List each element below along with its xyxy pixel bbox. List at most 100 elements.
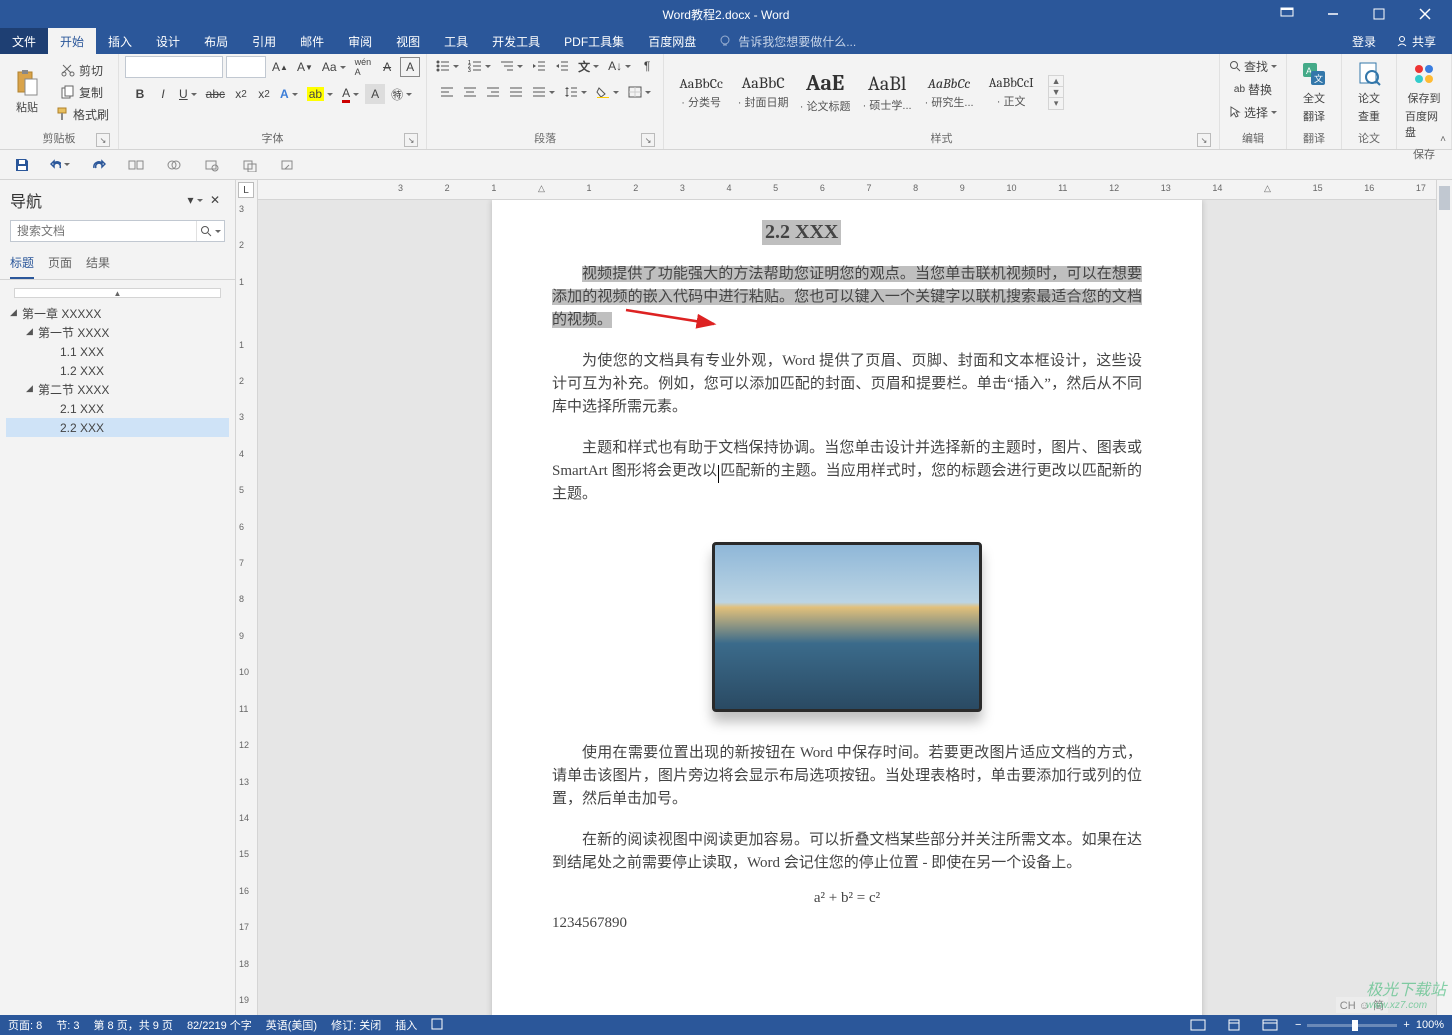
vertical-scrollbar[interactable] <box>1436 180 1452 1015</box>
font-color-button[interactable]: A <box>339 84 362 104</box>
status-section[interactable]: 节: 3 <box>56 1017 79 1033</box>
underline-button[interactable]: U <box>176 84 200 104</box>
styles-dialog-launcher[interactable]: ↘ <box>1197 133 1211 147</box>
minimize-button[interactable] <box>1310 0 1356 28</box>
style-item[interactable]: AaBbCc· 研究生... <box>918 58 980 126</box>
nav-collapse-bar[interactable]: ▲ <box>14 288 221 298</box>
view-web-button[interactable] <box>1259 1017 1281 1033</box>
baidu-save-button[interactable]: 保存到百度网盘 <box>1403 56 1445 144</box>
qat-undo-button[interactable] <box>50 155 70 175</box>
style-item[interactable]: AaBbCcI· 正文 <box>980 58 1042 126</box>
scrollbar-thumb[interactable] <box>1439 186 1450 210</box>
asian-layout-button[interactable]: 文 <box>575 56 602 76</box>
italic-button[interactable]: I <box>153 84 173 104</box>
clipboard-dialog-launcher[interactable]: ↘ <box>96 133 110 147</box>
tab-references[interactable]: 引用 <box>240 28 288 54</box>
status-mode[interactable]: 插入 <box>395 1017 417 1033</box>
show-marks-button[interactable]: ¶ <box>637 56 657 76</box>
nav-tab-headings[interactable]: 标题 <box>10 254 34 279</box>
horizontal-ruler[interactable]: 321△1234567891011121314△151617 <box>258 180 1436 200</box>
tab-view[interactable]: 视图 <box>384 28 432 54</box>
tab-home[interactable]: 开始 <box>48 28 96 54</box>
qat-btn-5[interactable] <box>164 155 184 175</box>
tab-design[interactable]: 设计 <box>144 28 192 54</box>
cut-button[interactable]: 剪切 <box>52 60 112 80</box>
qat-btn-6[interactable] <box>202 155 222 175</box>
tab-review[interactable]: 审阅 <box>336 28 384 54</box>
collapse-ribbon-icon[interactable]: ˄ <box>1440 134 1446 145</box>
shrink-font-button[interactable]: A▼ <box>294 57 316 77</box>
char-border-button[interactable]: A <box>400 57 420 77</box>
maximize-button[interactable] <box>1356 0 1402 28</box>
text-effects-button[interactable]: A <box>277 84 301 104</box>
nav-tree-item[interactable]: 2.1 XXX <box>6 399 229 418</box>
change-case-button[interactable]: Aa <box>319 57 349 77</box>
status-words[interactable]: 82/2219 个字 <box>187 1017 252 1033</box>
nav-tree-item[interactable]: ◢第一章 XXXXX <box>6 304 229 323</box>
nav-search-button[interactable] <box>196 221 224 241</box>
nav-tree-item[interactable]: 1.1 XXX <box>6 342 229 361</box>
select-button[interactable]: 选择 <box>1226 102 1280 122</box>
gallery-down[interactable]: ▼ <box>1049 87 1063 98</box>
find-button[interactable]: 查找 <box>1226 56 1280 76</box>
status-lang[interactable]: 英语(美国) <box>266 1017 317 1033</box>
align-left-button[interactable] <box>437 82 457 102</box>
numbering-button[interactable]: 123 <box>465 56 494 76</box>
superscript-button[interactable]: x2 <box>254 84 274 104</box>
align-right-button[interactable] <box>483 82 503 102</box>
qat-btn-4[interactable] <box>126 155 146 175</box>
style-item[interactable]: AaBbCc· 分类号 <box>670 58 732 126</box>
qat-save-button[interactable] <box>12 155 32 175</box>
paste-button[interactable]: 粘贴 <box>6 65 48 119</box>
close-button[interactable] <box>1402 0 1448 28</box>
increase-indent-button[interactable] <box>552 56 572 76</box>
nav-menu-button[interactable]: ▾ <box>185 190 205 210</box>
zoom-in-button[interactable]: + <box>1403 1019 1409 1031</box>
style-item[interactable]: AaBbC· 封面日期 <box>732 58 794 126</box>
nav-tree-item[interactable]: 2.2 XXX <box>6 418 229 437</box>
tab-tools[interactable]: 工具 <box>432 28 480 54</box>
multilevel-button[interactable] <box>497 56 526 76</box>
format-painter-button[interactable]: 格式刷 <box>52 104 112 124</box>
nav-search-input[interactable] <box>11 221 196 241</box>
tab-mailings[interactable]: 邮件 <box>288 28 336 54</box>
tab-developer[interactable]: 开发工具 <box>480 28 552 54</box>
strike-button[interactable]: abc <box>203 84 228 104</box>
tell-me[interactable]: 告诉我您想要做什么... <box>708 28 1336 54</box>
paragraph-dialog-launcher[interactable]: ↘ <box>641 133 655 147</box>
status-track[interactable]: 修订: 关闭 <box>331 1017 381 1033</box>
shading-button[interactable] <box>593 82 622 102</box>
qat-btn-8[interactable] <box>278 155 298 175</box>
check-button[interactable]: 论文查重 <box>1348 56 1390 128</box>
status-macro-icon[interactable] <box>431 1018 443 1033</box>
view-read-button[interactable] <box>1187 1017 1209 1033</box>
font-name-combo[interactable] <box>125 56 223 78</box>
document-page[interactable]: 2.2 XXX 视频提供了功能强大的方法帮助您证明您的观点。当您单击联机视频时，… <box>492 200 1202 1015</box>
replace-button[interactable]: ab替换 <box>1231 79 1275 99</box>
tab-file[interactable]: 文件 <box>0 28 48 54</box>
style-item[interactable]: AaBl· 硕士学... <box>856 58 918 126</box>
align-center-button[interactable] <box>460 82 480 102</box>
decrease-indent-button[interactable] <box>529 56 549 76</box>
line-spacing-button[interactable] <box>561 82 590 102</box>
nav-tab-results[interactable]: 结果 <box>86 254 110 279</box>
tab-insert[interactable]: 插入 <box>96 28 144 54</box>
enclose-char-button[interactable]: ㊕ <box>388 84 415 104</box>
status-page[interactable]: 页面: 8 <box>8 1017 42 1033</box>
subscript-button[interactable]: x2 <box>231 84 251 104</box>
align-distribute-button[interactable] <box>529 82 558 102</box>
status-pageof[interactable]: 第 8 页，共 9 页 <box>93 1017 172 1033</box>
nav-tree-item[interactable]: ◢第一节 XXXX <box>6 323 229 342</box>
font-dialog-launcher[interactable]: ↘ <box>404 133 418 147</box>
highlight-button[interactable]: ab <box>304 84 336 104</box>
qat-redo-button[interactable] <box>88 155 108 175</box>
share-button[interactable]: 共享 <box>1388 33 1444 50</box>
view-print-button[interactable] <box>1223 1017 1245 1033</box>
bold-button[interactable]: B <box>130 84 150 104</box>
sort-button[interactable]: A↓ <box>605 56 634 76</box>
phonetic-guide-button[interactable]: wénA <box>352 57 375 77</box>
nav-close-button[interactable]: ✕ <box>205 190 225 210</box>
login-button[interactable]: 登录 <box>1344 33 1384 50</box>
vertical-ruler[interactable]: L 32112345678910111213141516171819 <box>236 180 258 1015</box>
font-size-combo[interactable] <box>226 56 266 78</box>
